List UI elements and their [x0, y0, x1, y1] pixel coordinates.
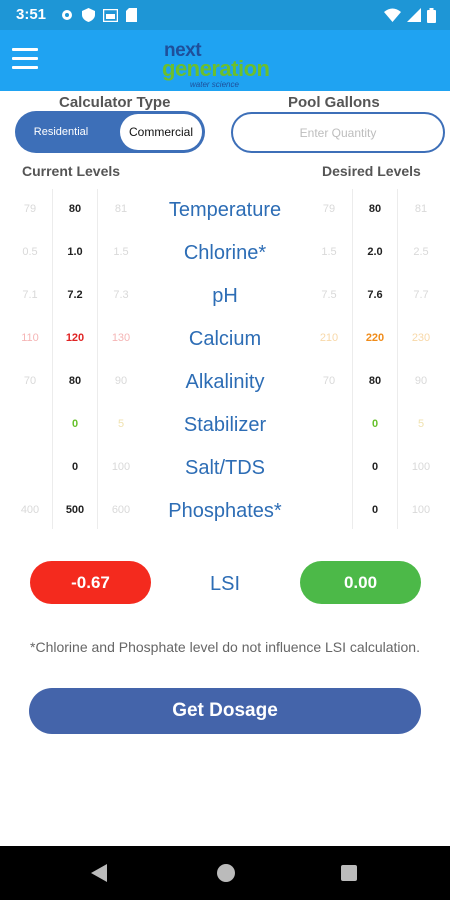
desired-selected-value: 80 — [368, 375, 382, 387]
desired-levels-label: Desired Levels — [322, 163, 421, 179]
current-selected-column[interactable]: 80 1.0 7.2 120 80 0 0 500 — [52, 189, 98, 529]
current-low-value: 400 — [20, 504, 40, 516]
desired-high-value: 90 — [414, 375, 428, 387]
lsi-label: LSI — [209, 573, 241, 595]
logo-line-generation: generation — [162, 56, 270, 81]
current-selected-value: 80 — [68, 375, 82, 387]
pool-gallons-label: Pool Gallons — [288, 94, 380, 111]
desired-low-value: 210 — [319, 332, 339, 344]
current-high-value: 1.5 — [113, 246, 129, 258]
logo-line-water-science: water science — [190, 80, 239, 89]
calculator-type-label: Calculator Type — [59, 94, 171, 111]
current-high-value: 81 — [114, 203, 128, 215]
commercial-option[interactable]: Commercial — [120, 114, 202, 150]
app-logo: next generation water science — [160, 32, 300, 90]
residential-option[interactable]: Residential — [15, 111, 107, 153]
current-levels-label: Current Levels — [22, 163, 121, 179]
desired-selected-value: 0 — [371, 504, 379, 516]
desired-selected-value: 0 — [371, 461, 379, 473]
desired-high-value: 100 — [411, 504, 431, 516]
current-selected-value: 0 — [71, 418, 79, 430]
status-bar: 3:51 — [0, 0, 450, 30]
desired-low-column[interactable]: 79 1.5 7.5 210 70 — [306, 189, 352, 529]
back-icon[interactable] — [91, 864, 107, 882]
hamburger-menu-icon[interactable] — [12, 48, 40, 72]
battery-icon — [427, 7, 436, 23]
desired-low-value: 7.5 — [321, 289, 337, 301]
param-salt-tds: Salt/TDS — [184, 457, 266, 479]
desired-lsi-badge: 0.00 — [300, 561, 421, 604]
desired-high-value: 100 — [411, 461, 431, 473]
lsi-footnote: *Chlorine and Phosphate level do not inf… — [30, 639, 420, 655]
param-stabilizer: Stabilizer — [183, 414, 267, 436]
desired-high-value: 230 — [411, 332, 431, 344]
current-selected-value: 120 — [65, 332, 85, 344]
shield-icon — [82, 8, 95, 22]
calculator-type-toggle: Residential Commercial — [15, 111, 205, 153]
current-high-value: 600 — [111, 504, 131, 516]
desired-selected-value: 0 — [371, 418, 379, 430]
current-selected-value: 7.2 — [67, 289, 83, 301]
status-icons-right — [384, 7, 436, 23]
recent-apps-icon[interactable] — [341, 865, 357, 881]
desired-selected-column[interactable]: 80 2.0 7.6 220 80 0 0 0 — [352, 189, 398, 529]
current-low-column[interactable]: 79 0.5 7.1 110 70 400 — [8, 189, 52, 529]
current-high-value: 100 — [111, 461, 131, 473]
get-dosage-button[interactable]: Get Dosage — [29, 688, 421, 734]
system-nav-bar — [0, 846, 450, 900]
current-selected-value: 80 — [68, 203, 82, 215]
image-icon — [103, 8, 118, 22]
current-high-value: 5 — [117, 418, 125, 430]
desired-high-value: 5 — [417, 418, 425, 430]
current-high-value: 7.3 — [113, 289, 129, 301]
desired-selected-value: 220 — [365, 332, 385, 344]
desired-low-value: 70 — [322, 375, 336, 387]
desired-high-value: 7.7 — [413, 289, 429, 301]
current-high-column[interactable]: 81 1.5 7.3 130 90 5 100 600 — [98, 189, 144, 529]
current-high-value: 130 — [111, 332, 131, 344]
current-high-value: 90 — [114, 375, 128, 387]
signal-icon — [407, 8, 421, 22]
param-phosphates: Phosphates* — [168, 500, 282, 522]
current-low-value: 7.1 — [22, 289, 38, 301]
current-low-value: 79 — [23, 203, 37, 215]
status-time: 3:51 — [16, 6, 47, 23]
status-icons-left — [60, 7, 137, 23]
current-low-value: 0.5 — [22, 246, 38, 258]
wifi-icon — [384, 8, 401, 22]
param-ph: pH — [212, 285, 238, 307]
desired-high-value: 81 — [414, 203, 428, 215]
param-temperature: Temperature — [168, 199, 282, 221]
home-icon[interactable] — [217, 864, 235, 882]
desired-selected-value: 80 — [368, 203, 382, 215]
current-selected-value: 0 — [71, 461, 79, 473]
desired-low-value: 79 — [322, 203, 336, 215]
current-selected-value: 1.0 — [67, 246, 83, 258]
app-bar: next generation water science — [0, 30, 450, 91]
current-low-value: 70 — [23, 375, 37, 387]
param-alkalinity: Alkalinity — [185, 371, 265, 393]
current-lsi-badge: -0.67 — [30, 561, 151, 604]
desired-high-value: 2.5 — [413, 246, 429, 258]
sd-card-icon — [126, 8, 137, 22]
desired-selected-value: 7.6 — [367, 289, 383, 301]
current-selected-value: 500 — [65, 504, 85, 516]
pool-gallons-input[interactable] — [231, 112, 445, 153]
current-low-value: 110 — [21, 332, 39, 344]
param-calcium: Calcium — [188, 328, 262, 350]
desired-low-value: 1.5 — [321, 246, 337, 258]
desired-high-column[interactable]: 81 2.5 7.7 230 90 5 100 100 — [398, 189, 444, 529]
desired-selected-value: 2.0 — [367, 246, 383, 258]
settings-gear-icon — [62, 10, 72, 20]
param-chlorine: Chlorine* — [183, 242, 267, 264]
